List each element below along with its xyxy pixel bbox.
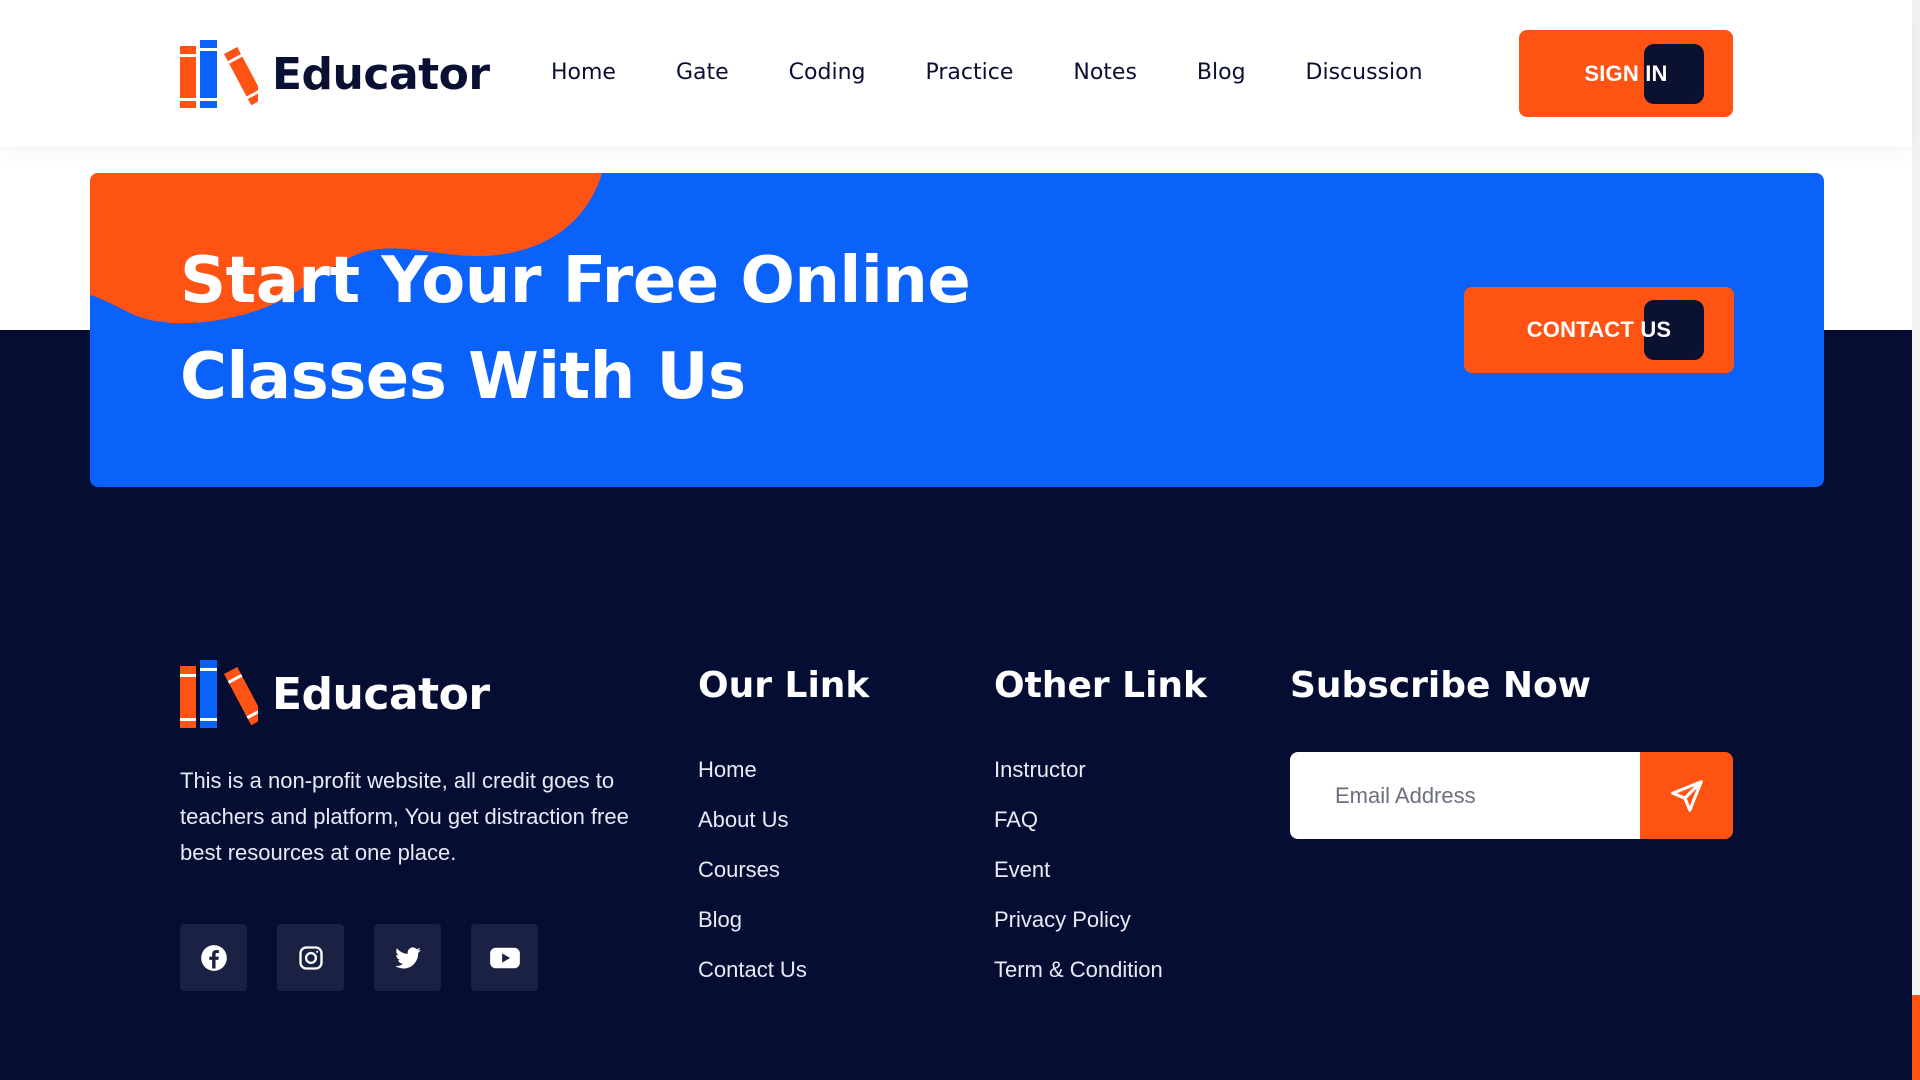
twitter-link[interactable] bbox=[374, 924, 441, 991]
youtube-icon bbox=[489, 947, 520, 968]
footer-link-privacy-policy[interactable]: Privacy Policy bbox=[994, 905, 1163, 935]
facebook-icon bbox=[200, 944, 227, 971]
facebook-link[interactable] bbox=[180, 924, 247, 991]
page: Educator Home Gate Coding Practice Notes… bbox=[0, 0, 1920, 1080]
instagram-icon bbox=[298, 945, 323, 970]
subscribe-title: Subscribe Now bbox=[1290, 665, 1592, 706]
contact-us-button[interactable]: CONTACT US bbox=[1464, 287, 1734, 373]
twitter-icon bbox=[394, 946, 421, 968]
footer-link-instructor[interactable]: Instructor bbox=[994, 755, 1163, 785]
main-nav: Home Gate Coding Practice Notes Blog Dis… bbox=[551, 58, 1423, 88]
send-icon bbox=[1670, 779, 1703, 812]
email-input[interactable] bbox=[1290, 752, 1640, 839]
other-link-title: Other Link bbox=[994, 665, 1207, 706]
header-logo[interactable]: Educator bbox=[180, 40, 490, 108]
footer-logo[interactable]: Educator bbox=[180, 660, 490, 728]
our-link-title: Our Link bbox=[698, 665, 870, 706]
instagram-link[interactable] bbox=[277, 924, 344, 991]
nav-practice[interactable]: Practice bbox=[925, 58, 1013, 88]
books-logo-icon bbox=[180, 660, 265, 728]
our-link-list: Home About Us Courses Blog Contact Us bbox=[698, 755, 807, 1005]
footer-link-about-us[interactable]: About Us bbox=[698, 805, 807, 835]
other-link-list: Instructor FAQ Event Privacy Policy Term… bbox=[994, 755, 1163, 1005]
nav-discussion[interactable]: Discussion bbox=[1306, 58, 1423, 88]
nav-blog[interactable]: Blog bbox=[1197, 58, 1246, 88]
nav-home[interactable]: Home bbox=[551, 58, 616, 88]
youtube-link[interactable] bbox=[471, 924, 538, 991]
footer-link-blog[interactable]: Blog bbox=[698, 905, 807, 935]
nav-notes[interactable]: Notes bbox=[1073, 58, 1137, 88]
cta-headline-line1: Start Your Free Online bbox=[180, 244, 971, 318]
scrollbar-thumb[interactable] bbox=[1912, 995, 1920, 1080]
footer-link-faq[interactable]: FAQ bbox=[994, 805, 1163, 835]
footer-brand-name: Educator bbox=[272, 668, 490, 720]
page-scrollbar[interactable] bbox=[1912, 0, 1920, 1080]
footer-link-event[interactable]: Event bbox=[994, 855, 1163, 885]
brand-name: Educator bbox=[272, 48, 490, 100]
contact-us-label: CONTACT US bbox=[1526, 317, 1672, 342]
subscribe-button[interactable] bbox=[1640, 752, 1733, 839]
sign-in-label: SIGN IN bbox=[1584, 60, 1668, 86]
cta-headline-line2: Classes With Us bbox=[180, 340, 746, 414]
site-header: Educator Home Gate Coding Practice Notes… bbox=[0, 0, 1912, 146]
books-logo-icon bbox=[180, 40, 265, 108]
nav-coding[interactable]: Coding bbox=[789, 58, 866, 88]
cta-headline: Start Your Free Online Classes With Us bbox=[180, 233, 1080, 425]
nav-gate[interactable]: Gate bbox=[676, 58, 729, 88]
footer-link-courses[interactable]: Courses bbox=[698, 855, 807, 885]
subscribe-form bbox=[1290, 752, 1733, 839]
sign-in-button[interactable]: SIGN IN bbox=[1519, 30, 1733, 117]
footer-about-text: This is a non-profit website, all credit… bbox=[180, 768, 629, 865]
footer-link-term-condition[interactable]: Term & Condition bbox=[994, 955, 1163, 985]
footer-link-contact-us[interactable]: Contact Us bbox=[698, 955, 807, 985]
social-links bbox=[180, 924, 538, 991]
footer-link-home[interactable]: Home bbox=[698, 755, 807, 785]
